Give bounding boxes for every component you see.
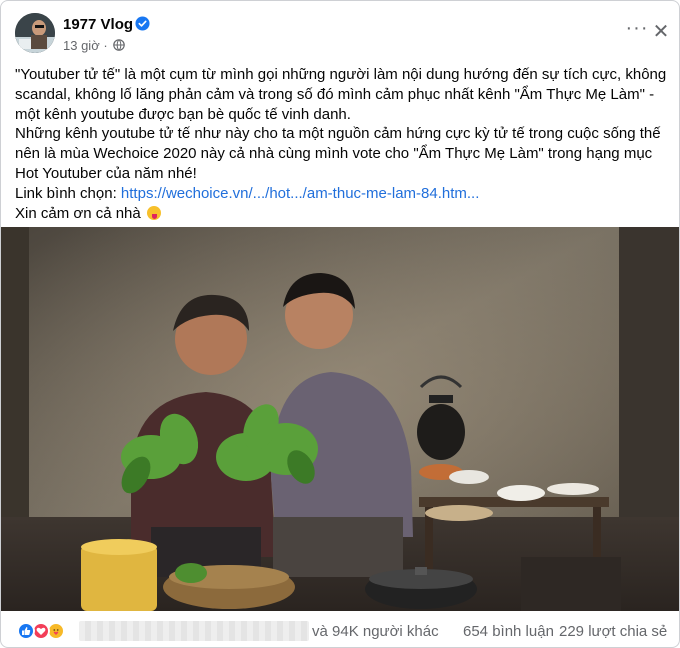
post-header: 1977 Vlog 13 giờ · ··· ✕ bbox=[1, 1, 679, 67]
avatar-image bbox=[15, 13, 55, 53]
post-time[interactable]: 13 giờ bbox=[63, 38, 100, 53]
close-button[interactable]: ✕ bbox=[651, 22, 671, 43]
globe-icon bbox=[113, 39, 126, 51]
like-reaction-icon bbox=[17, 622, 35, 640]
author-avatar[interactable] bbox=[15, 13, 55, 53]
reaction-summary[interactable] bbox=[17, 622, 77, 640]
verified-badge-icon bbox=[135, 16, 150, 31]
author-name[interactable]: 1977 Vlog bbox=[63, 16, 133, 33]
thanks-line: Xin cảm ơn cả nhà bbox=[15, 204, 667, 224]
post-meta: 13 giờ · bbox=[63, 38, 126, 53]
vote-link-label: Link bình chọn: bbox=[15, 184, 121, 202]
comment-count[interactable]: 654 bình luận bbox=[463, 623, 554, 640]
post-footer: và 94K người khác 654 bình luận 229 lượt… bbox=[1, 611, 679, 647]
vote-link[interactable]: https://wechoice.vn/.../hot.../am-thuc-m… bbox=[121, 185, 479, 202]
share-count[interactable]: 229 lượt chia sẻ bbox=[559, 623, 667, 640]
post-photo[interactable] bbox=[1, 227, 679, 611]
photo-image bbox=[1, 227, 679, 611]
post-paragraph: "Youtuber tử tế" là một cụm từ mình gọi … bbox=[15, 66, 667, 123]
reaction-count[interactable]: và 94K người khác bbox=[312, 623, 439, 640]
vote-link-line: Link bình chọn: https://wechoice.vn/.../… bbox=[15, 184, 667, 204]
more-options-button[interactable]: ··· bbox=[625, 18, 649, 43]
facebook-post: 1977 Vlog 13 giờ · ··· ✕ "Youtuber tử tế… bbox=[0, 0, 680, 648]
redacted-reactor-names bbox=[79, 621, 309, 641]
meta-separator: · bbox=[103, 38, 108, 53]
post-paragraph: Những kênh youtube tử tế như này cho ta … bbox=[15, 125, 661, 182]
thanks-text: Xin cảm ơn cả nhà bbox=[15, 204, 141, 222]
tongue-out-emoji-icon bbox=[146, 205, 161, 220]
post-text: "Youtuber tử tế" là một cụm từ mình gọi … bbox=[15, 65, 667, 223]
